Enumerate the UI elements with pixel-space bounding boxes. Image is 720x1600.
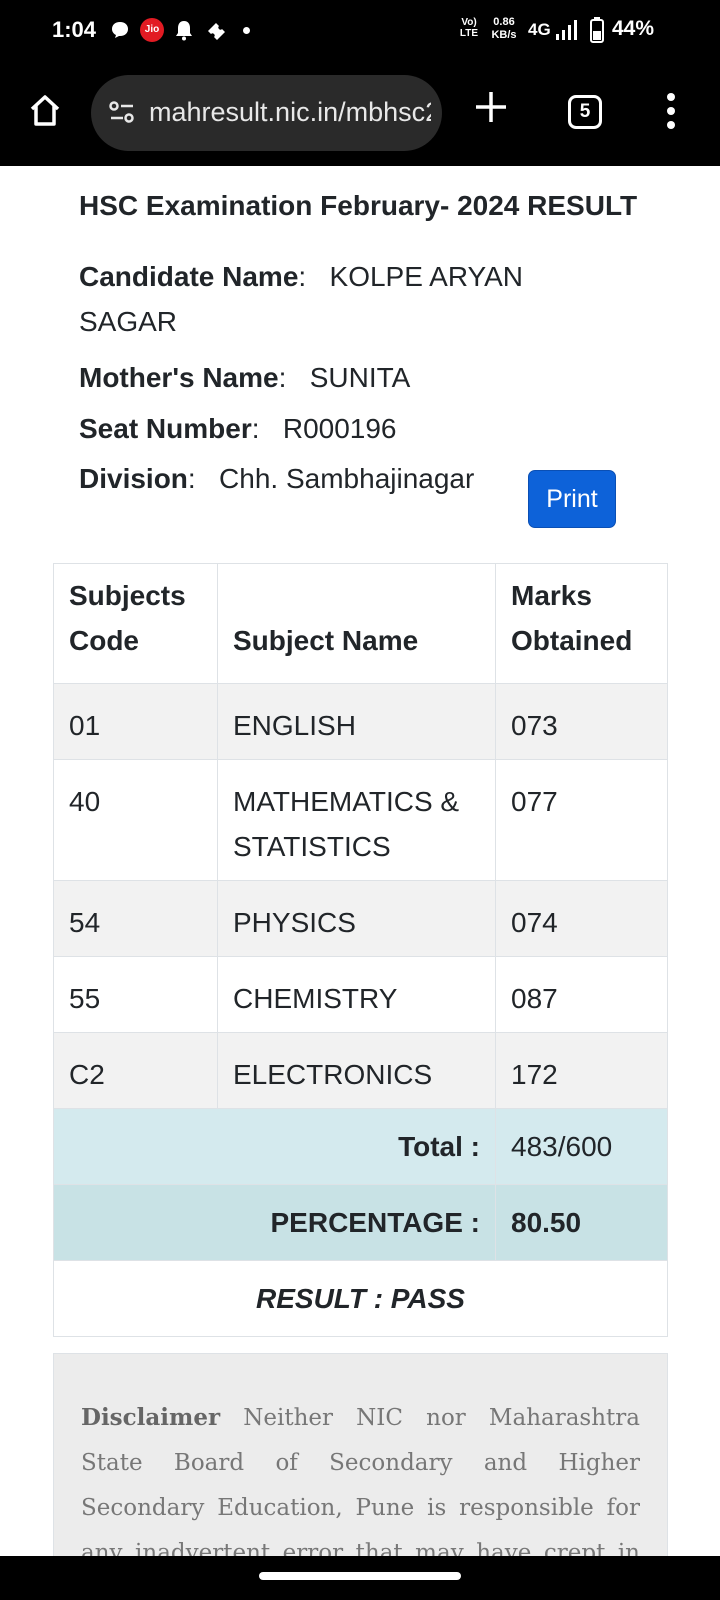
mother-name-label: Mother's Name: [79, 362, 279, 393]
division-label: Division: [79, 463, 188, 494]
url-text[interactable]: mahresult.nic.in/mbhsc2024/: [149, 97, 431, 128]
data-speed-value: 0.86: [493, 16, 515, 28]
tab-switcher-button[interactable]: 5: [568, 95, 602, 129]
seat-number-label: Seat Number: [79, 413, 252, 444]
result-row: RESULT : PASS: [53, 1260, 668, 1337]
subject-marks: 077: [495, 759, 668, 881]
network-type: 4G: [528, 20, 551, 39]
page-title: HSC Examination February- 2024 RESULT: [79, 190, 638, 221]
more-notifications-dot-icon: [243, 27, 250, 34]
result-status: RESULT : PASS: [53, 1260, 668, 1337]
table-row: 54 PHYSICS 074: [53, 880, 668, 957]
subject-name: ELECTRONICS: [217, 1032, 496, 1109]
subject-marks: 074: [495, 880, 668, 957]
subject-marks: 073: [495, 683, 668, 760]
subject-code: 40: [53, 759, 218, 881]
candidate-name-label: Candidate Name: [79, 261, 299, 292]
browser-toolbar: mahresult.nic.in/mbhsc2024/ 5: [0, 62, 720, 166]
division-row: Division: Chh. Sambhajinagar: [79, 463, 475, 494]
print-button[interactable]: Print: [528, 470, 616, 528]
notification-bell-icon: [176, 21, 192, 41]
page-content: HSC Examination February- 2024 RESULT Ca…: [0, 166, 720, 1556]
address-bar[interactable]: mahresult.nic.in/mbhsc2024/: [91, 75, 442, 151]
seat-number-value: R000196: [282, 413, 397, 444]
table-row: C2 ELECTRONICS 172: [53, 1032, 668, 1109]
chat-bubble-icon: [112, 22, 128, 38]
home-icon[interactable]: [27, 92, 63, 128]
percentage-row: PERCENTAGE : 80.50: [53, 1184, 668, 1261]
table-row: 40 MATHEMATICS & STATISTICS 077: [53, 759, 668, 881]
subject-name: MATHEMATICS & STATISTICS: [217, 759, 496, 881]
candidate-name-row: Candidate Name: KOLPE ARYAN SAGAR: [79, 261, 524, 337]
subject-name: CHEMISTRY: [217, 956, 496, 1033]
status-bar: 1:04 Jio Vo) LTE 0.86 KB/s 4G 44%: [0, 0, 720, 62]
disclaimer-title: Disclaimer: [81, 1404, 221, 1431]
subject-name: PHYSICS: [217, 880, 496, 957]
new-tab-icon[interactable]: [474, 90, 508, 124]
percentage-value: 80.50: [495, 1184, 668, 1261]
subject-code: 01: [53, 683, 218, 760]
subject-name: ENGLISH: [217, 683, 496, 760]
table-row: 55 CHEMISTRY 087: [53, 956, 668, 1033]
status-time: 1:04: [52, 17, 97, 42]
ticket-icon: [208, 23, 225, 40]
site-settings-icon[interactable]: [109, 101, 135, 123]
subject-marks: 087: [495, 956, 668, 1033]
more-menu-icon[interactable]: [666, 92, 676, 130]
subject-code: 54: [53, 880, 218, 957]
data-speed: 0.86 KB/s: [488, 16, 520, 42]
data-speed-unit: KB/s: [491, 29, 517, 41]
system-navigation-bar: [0, 1556, 720, 1600]
total-value: 483/600: [495, 1108, 668, 1185]
mother-name-value: SUNITA: [309, 362, 411, 393]
battery-icon: [590, 17, 604, 43]
marks-table: Subjects Code Subject Name Marks Obtaine…: [53, 563, 668, 1337]
volte-icon: Vo) LTE: [459, 17, 479, 39]
header-marks-obtained: Marks Obtained: [495, 563, 668, 684]
table-row: 01 ENGLISH 073: [53, 683, 668, 760]
total-label: Total :: [53, 1108, 496, 1185]
division-value: Chh. Sambhajinagar: [219, 463, 475, 494]
home-gesture-handle[interactable]: [259, 1572, 461, 1580]
seat-number-row: Seat Number: R000196: [79, 413, 397, 444]
header-subject-name: Subject Name: [217, 563, 496, 684]
mother-name-row: Mother's Name: SUNITA: [79, 362, 411, 393]
jio-icon: Jio: [140, 18, 164, 42]
table-header-row: Subjects Code Subject Name Marks Obtaine…: [53, 563, 668, 684]
subject-marks: 172: [495, 1032, 668, 1109]
total-row: Total : 483/600: [53, 1108, 668, 1185]
subject-code: C2: [53, 1032, 218, 1109]
subject-code: 55: [53, 956, 218, 1033]
disclaimer-box: Disclaimer Neither NIC nor Maharashtra S…: [53, 1353, 668, 1556]
header-subject-code: Subjects Code: [53, 563, 218, 684]
battery-percentage: 44%: [611, 17, 654, 40]
signal-strength-icon: [556, 20, 577, 40]
percentage-label: PERCENTAGE :: [53, 1184, 496, 1261]
